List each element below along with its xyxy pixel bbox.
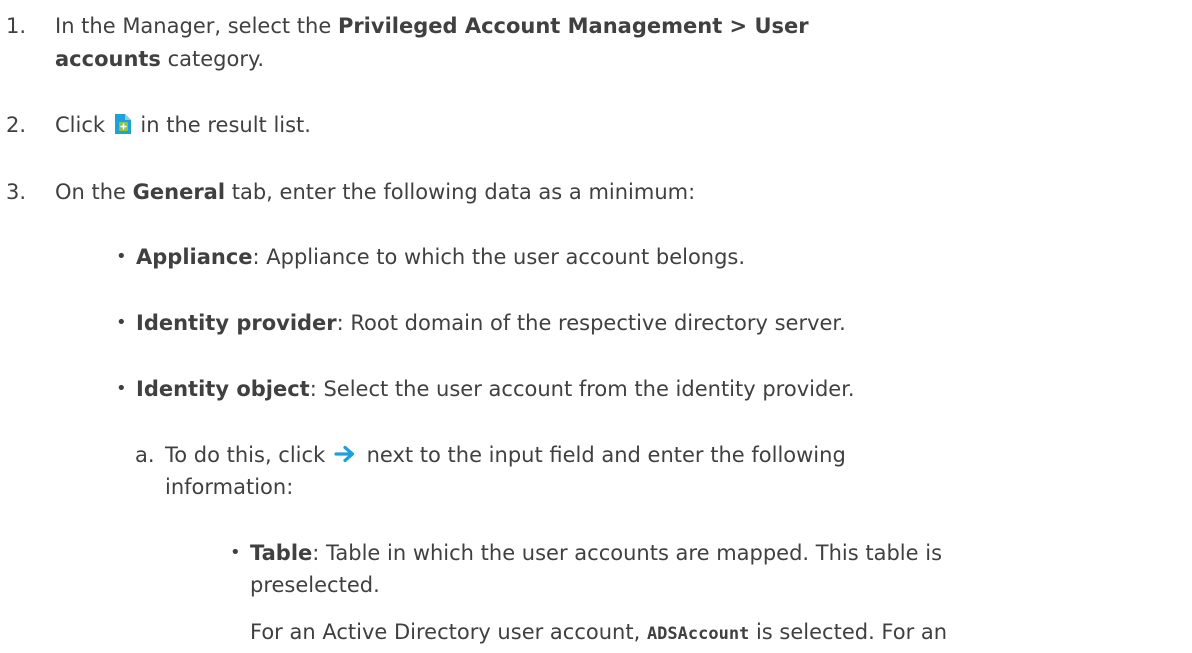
substep-a-letter: a. (135, 443, 155, 467)
field-identity-object: Identity object: Select the user account… (136, 375, 855, 403)
field-identity-object-text: : Select the user account from the ident… (309, 377, 855, 401)
step-1-suffix: category. (160, 47, 265, 71)
arrow-right-icon (334, 442, 358, 463)
note-code-adsaccount: ADSAccount (646, 624, 750, 644)
step-2-suffix: in the result list. (133, 113, 311, 137)
step-1-text: In the Manager, select the (55, 14, 338, 38)
table-text: : Table in which the user accounts are m… (312, 541, 943, 565)
table-line-2: preselected. (250, 573, 380, 597)
table-line-1: Table: Table in which the user accounts … (250, 539, 942, 567)
field-identity-provider: Identity provider: Root domain of the re… (136, 309, 846, 337)
step-3-line: On the General tab, enter the following … (55, 178, 695, 206)
step-3-number: 3. (6, 180, 27, 204)
step-3-suffix: tab, enter the following data as a minim… (225, 180, 696, 204)
step-1-bold-path: Privileged Account Management > User (337, 14, 809, 38)
step-2-text: Click (55, 113, 112, 137)
field-appliance-text: : Appliance to which the user account be… (252, 245, 746, 269)
bullet-identity-object: • (116, 378, 127, 399)
new-object-icon (114, 113, 132, 135)
table-label: Table (250, 541, 313, 565)
step-3-bold-general: General (132, 180, 226, 204)
bullet-identity-provider: • (116, 312, 127, 333)
step-1-line-1: In the Manager, select the Privileged Ac… (55, 12, 809, 40)
substep-a-suffix: next to the input field and enter the fo… (359, 443, 846, 467)
step-1-number: 1. (6, 14, 27, 38)
step-3-text: On the (55, 180, 133, 204)
step-2-number: 2. (6, 113, 27, 137)
note-p1: For an Active Directory user account, (250, 620, 647, 644)
field-appliance: Appliance: Appliance to which the user a… (136, 243, 745, 271)
bullet-appliance: • (116, 246, 127, 267)
substep-a-text: To do this, click (165, 443, 332, 467)
field-appliance-label: Appliance (136, 245, 253, 269)
field-identity-provider-text: : Root domain of the respective director… (336, 311, 846, 335)
substep-a-line-2: information: (165, 475, 294, 499)
bullet-table: • (230, 542, 241, 563)
field-identity-provider-label: Identity provider (136, 311, 337, 335)
note-line-1: For an Active Directory user account, AD… (250, 618, 947, 648)
step-2-line: Click in the result list. (55, 111, 311, 139)
substep-a-line-1: To do this, click next to the input fiel… (165, 441, 846, 469)
field-identity-object-label: Identity object (136, 377, 310, 401)
note-p2: is selected. For an (749, 620, 948, 644)
step-1-line-2: accounts category. (55, 45, 264, 73)
step-1-bold-accounts: accounts (55, 47, 161, 71)
